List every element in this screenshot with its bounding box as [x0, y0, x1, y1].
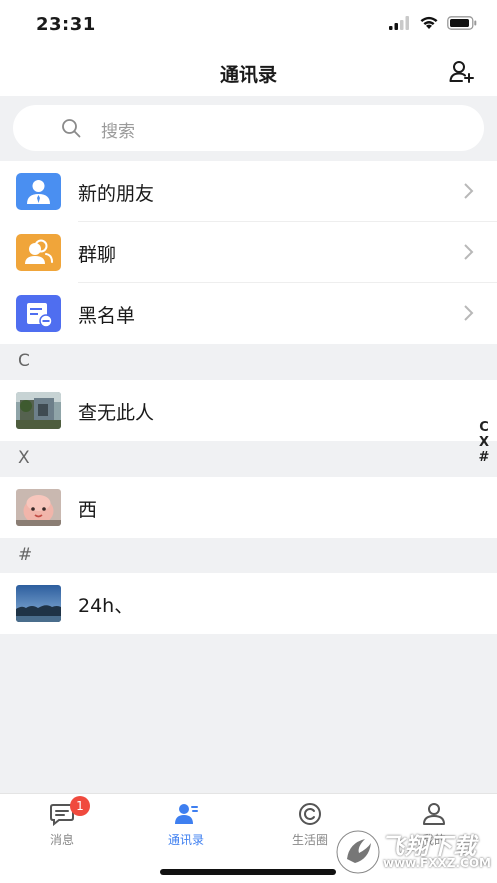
contacts-icon: [175, 804, 198, 824]
section-header-c: C: [0, 344, 497, 380]
group-chat-item[interactable]: 群聊: [0, 222, 497, 283]
chevron-right-icon: [464, 244, 474, 260]
nav-bar: 通讯录: [0, 48, 497, 96]
avatar: [16, 489, 61, 526]
battery-icon: [447, 15, 477, 30]
tab-label: 通讯录: [167, 833, 204, 847]
contact-name: 24h、: [78, 595, 134, 617]
wifi-icon: [420, 16, 438, 29]
index-letter[interactable]: C: [477, 420, 491, 435]
index-letter[interactable]: #: [477, 450, 491, 465]
search-area: 搜索: [0, 96, 497, 161]
contact-row[interactable]: 西: [0, 477, 497, 538]
watermark-logo-icon: [336, 830, 380, 874]
contact-row[interactable]: 查无此人: [0, 380, 497, 441]
home-indicator: [160, 869, 336, 875]
profile-icon: [423, 803, 445, 825]
chevron-right-icon: [464, 305, 474, 321]
blacklist-icon: [16, 295, 61, 332]
section-header-hash: #: [0, 538, 497, 574]
index-letter[interactable]: X: [477, 435, 491, 450]
chevron-right-icon: [464, 183, 474, 199]
watermark-site: www.FXXZ.COM: [383, 856, 491, 870]
section-header-x: X: [0, 441, 497, 477]
section-letter: X: [18, 448, 30, 468]
search-placeholder: 搜索: [101, 122, 135, 142]
new-friends-item[interactable]: 新的朋友: [0, 161, 497, 222]
tab-contacts[interactable]: 通讯录: [124, 794, 248, 854]
section-letter: #: [18, 545, 33, 565]
contact-row[interactable]: 24h、: [0, 573, 497, 634]
contact-name: 查无此人: [78, 402, 155, 424]
avatar: [16, 585, 61, 622]
new-friends-label: 新的朋友: [78, 183, 155, 205]
tab-messages[interactable]: 1 消息: [0, 794, 124, 854]
watermark: 飞翔下载 www.FXXZ.COM: [335, 825, 491, 879]
status-time: 23:31: [36, 14, 96, 35]
status-bar: 23:31: [0, 0, 497, 48]
search-icon: [62, 119, 81, 138]
avatar: [16, 392, 61, 429]
function-list: 新的朋友 群聊 黑名单: [0, 161, 497, 344]
blacklist-item[interactable]: 黑名单: [0, 283, 497, 344]
contact-name: 西: [78, 499, 98, 521]
group-icon: [16, 234, 61, 271]
tab-label: 消息: [49, 833, 74, 847]
unread-badge: 1: [70, 796, 90, 816]
life-circle-icon: [299, 803, 321, 825]
search-input[interactable]: 搜索: [13, 105, 484, 151]
blacklist-label: 黑名单: [78, 305, 136, 327]
section-letter: C: [18, 351, 30, 371]
alphabet-index-bar[interactable]: C X #: [477, 420, 491, 465]
add-friend-icon[interactable]: [449, 60, 475, 84]
signal-icon: [389, 15, 409, 30]
group-chat-label: 群聊: [78, 244, 117, 266]
page-title: 通讯录: [219, 64, 277, 86]
person-icon: [16, 173, 61, 210]
status-icons: [389, 15, 477, 30]
